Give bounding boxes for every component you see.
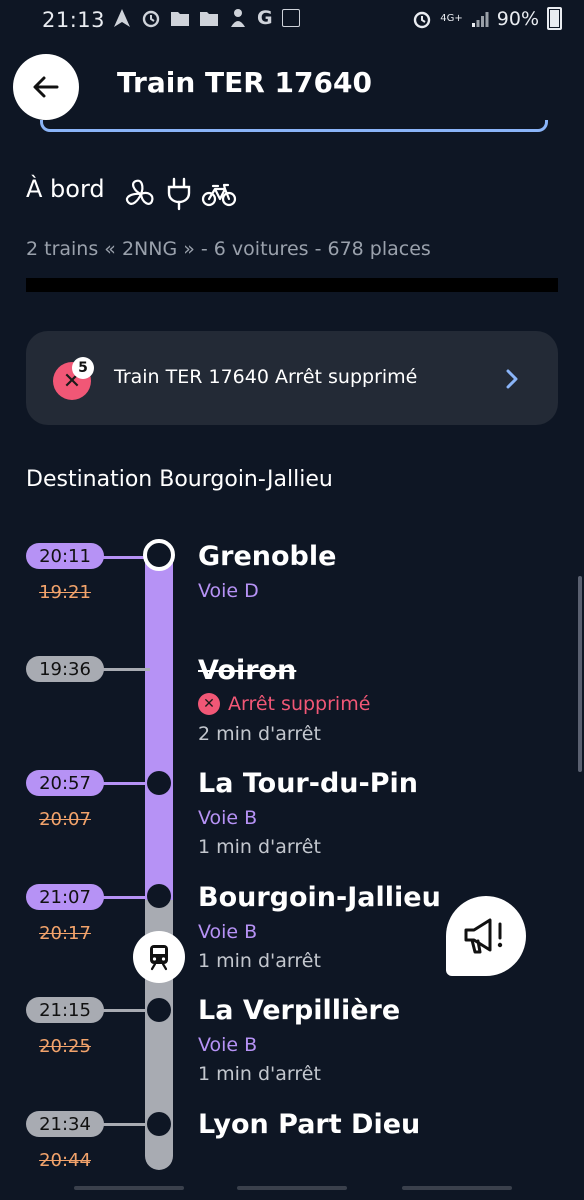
stop-connector — [100, 782, 150, 785]
station-name[interactable]: Grenoble — [198, 541, 336, 572]
scheduled-time: 20:25 — [39, 1036, 91, 1057]
bicycle-icon — [201, 183, 237, 207]
notification-icons: G — [112, 8, 300, 28]
stop-dot — [147, 771, 171, 795]
station-name[interactable]: Bourgoin-Jallieu — [198, 882, 441, 913]
stop-dot — [143, 539, 175, 571]
scheduled-time: 20:07 — [39, 809, 91, 830]
stop-time: 21:07 — [26, 884, 104, 910]
station-name[interactable]: La Verpillière — [198, 995, 400, 1026]
scheduled-time: 20:44 — [39, 1150, 91, 1171]
stop-time: 20:57 — [26, 770, 104, 796]
status-bar: 21:13 G 4G+ 90% — [0, 0, 584, 40]
train-composition: 2 trains « 2NNG » - 6 voitures - 678 pla… — [26, 238, 431, 260]
stop-duration: 1 min d'arrêt — [198, 836, 321, 858]
stop-time: 21:34 — [26, 1111, 104, 1137]
person-icon — [231, 9, 245, 27]
stop-dot — [147, 1112, 171, 1136]
stop-dot — [147, 884, 171, 908]
scheduled-time: 20:17 — [39, 923, 91, 944]
learning-english-icon — [281, 9, 300, 27]
platform: Voie D — [198, 580, 259, 602]
redacted-bar — [26, 278, 558, 292]
megaphone-icon — [464, 918, 503, 954]
platform: Voie B — [198, 807, 258, 829]
stop-duration: 1 min d'arrêt — [198, 1063, 321, 1085]
onboard-label: À bord — [26, 175, 105, 203]
platform: Voie B — [198, 921, 258, 943]
stop-connector — [100, 1009, 150, 1012]
stop-time: 19:36 — [26, 656, 104, 682]
scrollbar[interactable] — [578, 576, 582, 772]
cancel-icon: ✕ — [198, 693, 220, 715]
cancelled-stop-notice: ✕ Arrêt supprimé — [198, 693, 370, 715]
fan-icon — [125, 179, 154, 205]
train-position-marker — [133, 931, 185, 983]
station-name[interactable]: La Tour-du-Pin — [198, 768, 418, 799]
stop-connector — [100, 668, 150, 671]
battery-icon — [547, 7, 562, 30]
station-name[interactable]: Voiron — [198, 655, 296, 686]
page-title: Train TER 17640 — [117, 66, 372, 99]
timeline-track-passed — [145, 548, 173, 908]
folder-icon — [200, 12, 218, 26]
folder-icon — [171, 12, 189, 26]
station-name[interactable]: Lyon Part Dieu — [198, 1109, 420, 1140]
stop-duration: 2 min d'arrêt — [198, 723, 321, 745]
navigation-icon — [114, 9, 130, 27]
nav-bar-hint — [402, 1186, 512, 1190]
header-divider — [40, 120, 548, 132]
stop-time: 20:11 — [26, 543, 104, 569]
alarm-icon — [414, 11, 431, 28]
google-icon: G — [257, 7, 273, 29]
signal-icon — [471, 11, 489, 27]
alert-text: Train TER 17640 Arrêt supprimé — [114, 366, 418, 388]
back-button[interactable] — [13, 54, 79, 120]
nav-bar-hint — [74, 1186, 184, 1190]
chevron-right-icon — [506, 369, 518, 389]
scheduled-time: 19:21 — [39, 582, 91, 603]
battery-level: 90% — [496, 7, 539, 30]
platform: Voie B — [198, 1034, 258, 1056]
arrow-left-icon — [33, 76, 59, 98]
alarm-icon — [142, 10, 160, 28]
stop-dot — [147, 998, 171, 1022]
report-issue-button[interactable] — [446, 896, 526, 976]
stop-connector — [100, 1123, 150, 1126]
stop-connector — [100, 896, 150, 899]
stop-duration: 1 min d'arrêt — [198, 950, 321, 972]
status-time: 21:13 — [42, 8, 106, 32]
nav-bar-hint — [237, 1186, 347, 1190]
system-icons: 4G+ 90% — [412, 7, 562, 30]
network-type: 4G+ — [440, 13, 463, 24]
cancelled-text: Arrêt supprimé — [228, 693, 371, 715]
destination-label: Destination Bourgoin-Jallieu — [26, 467, 333, 492]
train-icon — [150, 945, 168, 971]
stop-time: 21:15 — [26, 997, 104, 1023]
alert-count-badge: 5 — [72, 357, 94, 379]
power-plug-icon — [167, 177, 191, 211]
